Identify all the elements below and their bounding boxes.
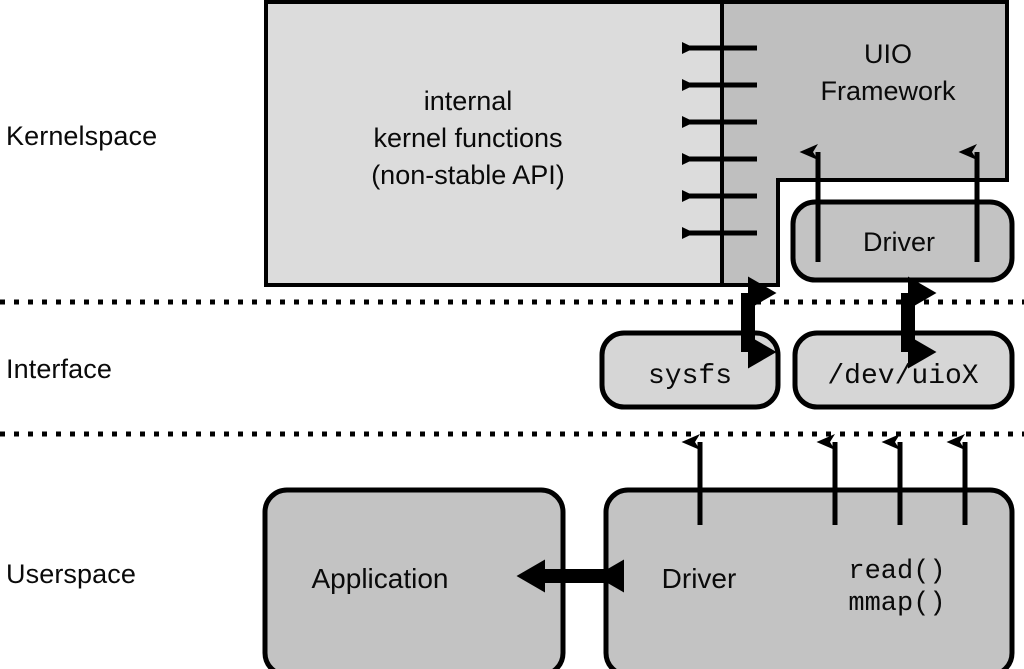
dev-uiox-label: /dev/uioX: [827, 361, 978, 392]
application-label: Application: [312, 563, 449, 594]
syscall-read-label: read(): [848, 557, 945, 587]
uio-architecture-svg: internal kernel functions (non-stable AP…: [0, 0, 1024, 669]
kernel-driver-label: Driver: [863, 227, 935, 257]
syscall-mmap-label: mmap(): [848, 589, 945, 619]
kernel-functions-line-1: internal: [424, 86, 513, 116]
user-driver-label: Driver: [662, 563, 737, 594]
kernel-functions-line-3: (non-stable API): [371, 160, 565, 190]
diagram-canvas: Kernelspace Interface Userspace internal…: [0, 0, 1024, 669]
kernel-functions-line-2: kernel functions: [373, 123, 562, 153]
uio-framework-line-1: UIO: [864, 39, 912, 69]
uio-framework-line-2: Framework: [820, 76, 956, 106]
sysfs-label: sysfs: [648, 361, 732, 392]
